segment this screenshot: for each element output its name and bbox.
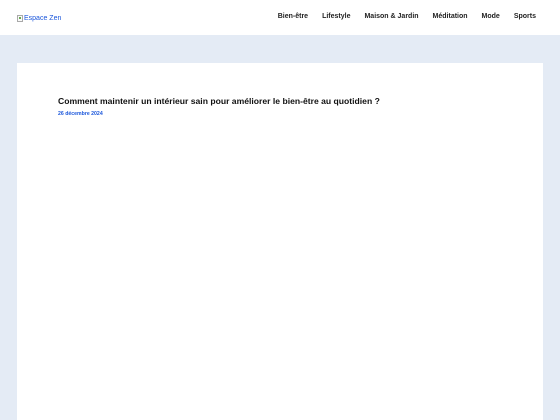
logo-alt-text: Espace Zen [24, 14, 62, 22]
article-card: Comment maintenir un intérieur sain pour… [17, 63, 543, 420]
broken-image-icon [17, 14, 23, 22]
nav-item-mode[interactable]: Mode [482, 12, 500, 22]
article-date: 26 décembre 2024 [58, 111, 103, 117]
nav-item-meditation[interactable]: Méditation [433, 12, 468, 22]
article-title: Comment maintenir un intérieur sain pour… [58, 96, 380, 106]
nav-item-sports[interactable]: Sports [514, 12, 536, 22]
nav-item-lifestyle[interactable]: Lifestyle [322, 12, 350, 22]
site-logo[interactable]: Espace Zen [17, 12, 61, 24]
nav-item-maison-jardin[interactable]: Maison & Jardin [364, 12, 418, 22]
nav-item-bien-etre[interactable]: Bien-être [278, 12, 308, 22]
site-header: Espace Zen Bien-être Lifestyle Maison & … [0, 0, 560, 35]
main-nav: Bien-être Lifestyle Maison & Jardin Médi… [264, 12, 536, 22]
